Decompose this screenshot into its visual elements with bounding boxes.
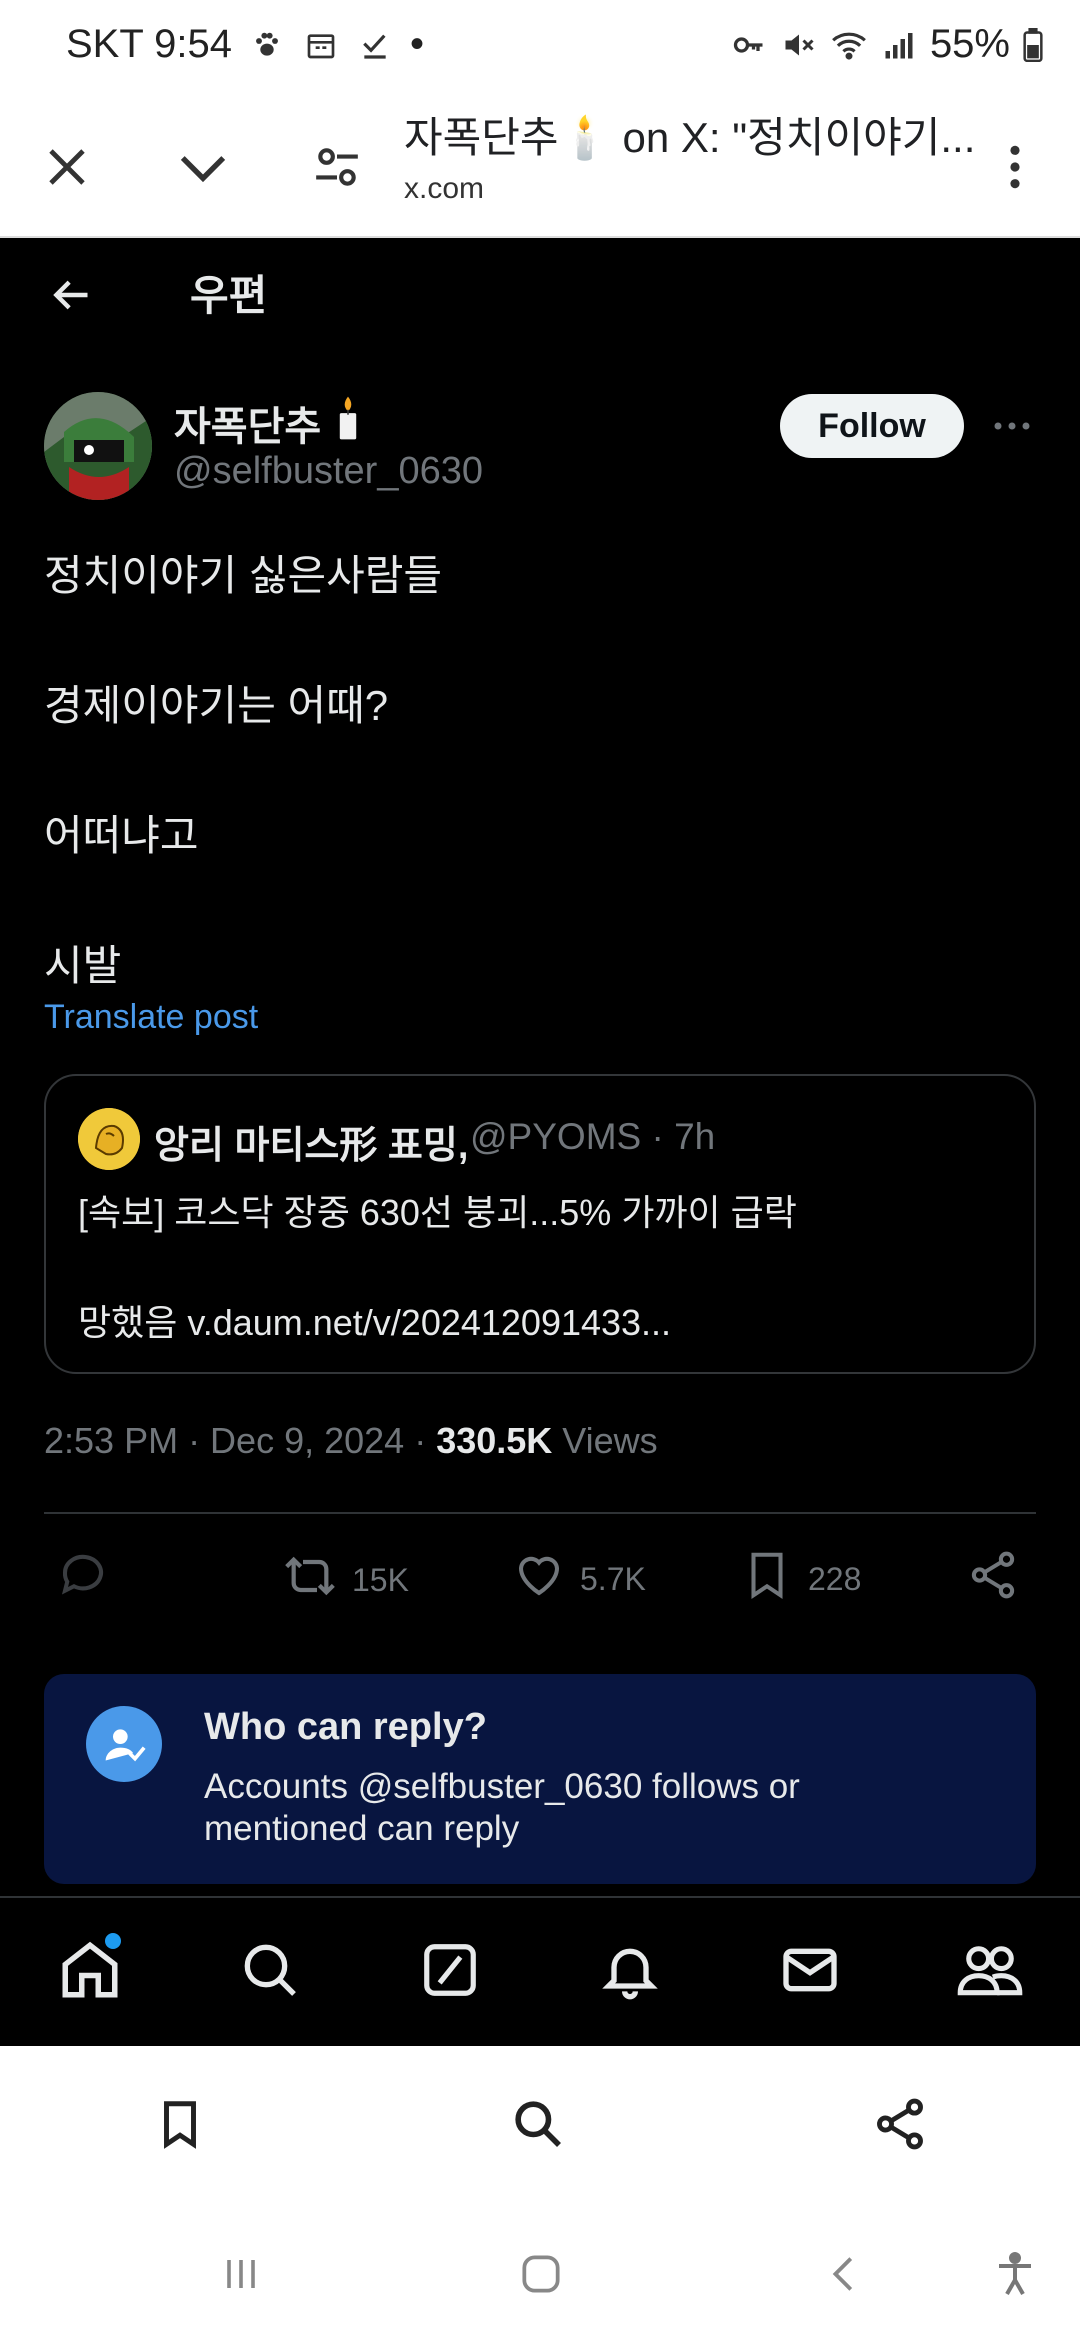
- carrier-time: SKT 9:54: [66, 22, 233, 66]
- author-name[interactable]: 자폭단추: [174, 394, 365, 452]
- quoted-avatar: [78, 1108, 140, 1170]
- heart-icon: [512, 1548, 566, 1610]
- nav-messages[interactable]: [772, 1934, 848, 2010]
- share-icon: [966, 1548, 1020, 1610]
- share-button[interactable]: [966, 1548, 1020, 1610]
- battery-icon: [1022, 26, 1044, 64]
- more-vertical-icon[interactable]: [970, 122, 1060, 212]
- system-back-button[interactable]: [810, 2244, 880, 2308]
- people-icon: [956, 1936, 1024, 2009]
- nav-home[interactable]: [52, 1932, 128, 2010]
- vpn-key-icon: [730, 26, 768, 64]
- wifi-icon: [830, 26, 868, 64]
- nav-communities[interactable]: [952, 1934, 1028, 2010]
- system-nav-bar: [0, 2206, 1080, 2340]
- post-timestamp: 2:53 PM · Dec 9, 2024 · 330.5K Views: [44, 1420, 658, 1462]
- post-text-line: 어떠냐고: [44, 812, 199, 859]
- quoted-meta: @PYOMS · 7h: [470, 1116, 716, 1157]
- post-header: 우편: [0, 238, 1080, 348]
- url-text[interactable]: x.com: [404, 172, 484, 206]
- quoted-author-name: 앙리 마티스形 표밍,: [154, 1125, 469, 1167]
- status-left: SKT 9:54 •: [66, 22, 424, 67]
- nav-notifications[interactable]: [592, 1934, 668, 2010]
- user-check-icon: [86, 1706, 162, 1782]
- accessibility-button[interactable]: [980, 2244, 1050, 2308]
- home-icon: [57, 1932, 123, 2008]
- like-count: 5.7K: [580, 1560, 646, 1597]
- status-bar: SKT 9:54 • 55%: [0, 0, 1080, 100]
- candle-icon: [331, 395, 365, 451]
- calendar-icon: [302, 26, 340, 64]
- browser-bottom-bar: [0, 2046, 1080, 2206]
- reply-button[interactable]: [56, 1548, 110, 1610]
- avatar[interactable]: [44, 392, 152, 500]
- post-text-line: 경제이야기는 어때?: [44, 682, 389, 729]
- repost-count: 15K: [352, 1561, 409, 1598]
- browser-toolbar: 자폭단추🕯️ on X: "정치이야기... x.com: [0, 100, 1080, 238]
- share-icon: [871, 2095, 929, 2158]
- bookmark-count: 228: [808, 1560, 862, 1597]
- close-tab-button[interactable]: [22, 122, 112, 212]
- who-can-reply-box: Who can reply? Accounts @selfbuster_0630…: [44, 1674, 1036, 1884]
- recents-icon: [217, 2250, 265, 2303]
- more-horizontal-icon[interactable]: [980, 394, 1044, 458]
- chevron-down-icon[interactable]: [158, 122, 248, 212]
- divider: [44, 1512, 1036, 1514]
- views-count: 330.5K: [436, 1420, 553, 1461]
- action-bar: 15K 5.7K 228: [0, 1540, 1080, 1620]
- site-settings-icon[interactable]: [292, 122, 382, 212]
- x-bottom-nav: [0, 1896, 1080, 2046]
- bookmark-icon: [740, 1548, 794, 1610]
- paw-icon: [248, 26, 286, 64]
- who-can-reply-desc: Accounts @selfbuster_0630 follows or men…: [204, 1767, 800, 1848]
- accessibility-icon: [991, 2250, 1039, 2303]
- status-right: 55%: [730, 22, 1044, 67]
- post-text-line: 시발: [44, 942, 122, 989]
- bookmark-button[interactable]: 228: [740, 1548, 861, 1610]
- post-text-line: 정치이야기 싫은사람들: [44, 552, 443, 599]
- battery-percent: 55%: [929, 22, 1010, 66]
- browser-share-button[interactable]: [860, 2086, 940, 2166]
- repost-button[interactable]: 15K: [282, 1548, 409, 1612]
- bell-icon: [598, 1938, 662, 2007]
- mail-icon: [778, 1938, 842, 2007]
- reply-icon: [56, 1548, 110, 1610]
- back-arrow-icon[interactable]: [36, 260, 106, 330]
- quoted-text-line: [속보] 코스닥 장중 630선 붕괴...5% 가까이 급락: [78, 1192, 797, 1233]
- nav-grok[interactable]: [412, 1934, 488, 2010]
- browser-search-button[interactable]: [498, 2086, 578, 2166]
- search-icon: [238, 1938, 302, 2007]
- back-chevron-icon: [822, 2251, 868, 2302]
- grok-icon: [419, 1939, 481, 2006]
- bookmark-icon: [153, 2097, 207, 2156]
- home-badge-dot: [105, 1932, 121, 1949]
- follow-button[interactable]: Follow: [780, 394, 964, 458]
- signal-icon: [880, 26, 918, 64]
- quoted-text-line: 망했음 v.daum.net/v/202412091433...: [78, 1302, 672, 1343]
- checklist-icon: [356, 26, 394, 64]
- repost-icon: [282, 1548, 338, 1612]
- author-handle[interactable]: @selfbuster_0630: [174, 450, 483, 493]
- author-name-text[interactable]: 자폭단추: [174, 394, 321, 452]
- time-date: 2:53 PM · Dec 9, 2024 ·: [44, 1420, 437, 1461]
- notification-dot: •: [410, 22, 425, 66]
- page-title[interactable]: 자폭단추🕯️ on X: "정치이야기...: [404, 104, 984, 165]
- translate-post-link[interactable]: Translate post: [44, 998, 258, 1037]
- views-label: Views: [552, 1420, 658, 1461]
- like-button[interactable]: 5.7K: [512, 1548, 646, 1610]
- bookmark-page-button[interactable]: [140, 2086, 220, 2166]
- mute-icon: [780, 26, 818, 64]
- recent-apps-button[interactable]: [206, 2244, 276, 2308]
- nav-search[interactable]: [232, 1934, 308, 2010]
- home-system-button[interactable]: [506, 2244, 576, 2308]
- header-title: 우편: [190, 272, 268, 319]
- search-icon: [510, 2096, 566, 2157]
- home-square-icon: [516, 2249, 566, 2304]
- who-can-reply-title: Who can reply?: [204, 1706, 487, 1748]
- quoted-post[interactable]: 앙리 마티스形 표밍, @PYOMS · 7h [속보] 코스닥 장중 630선…: [44, 1074, 1036, 1374]
